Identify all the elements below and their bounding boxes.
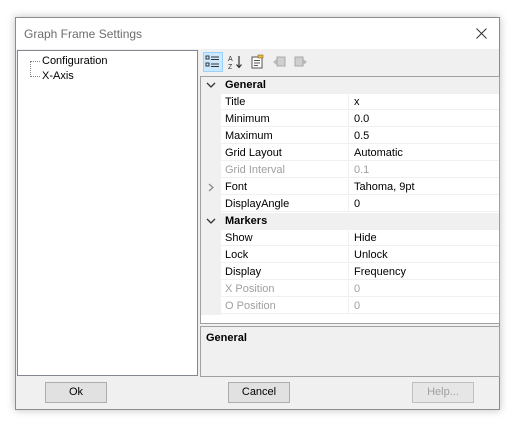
tree-connector (30, 61, 40, 62)
property-row-grid-layout[interactable]: Grid Layout Automatic (201, 145, 499, 162)
collapse-chevron-icon[interactable] (205, 80, 217, 91)
property-name: Maximum (221, 128, 349, 144)
description-pane: General (200, 326, 500, 377)
event-left-icon (273, 56, 286, 67)
expand-chevron-icon[interactable] (206, 182, 216, 193)
property-row-maximum[interactable]: Maximum 0.5 (201, 128, 499, 145)
categorized-button[interactable] (203, 52, 223, 72)
category-label: General (225, 79, 266, 91)
property-value[interactable]: 0.5 (349, 128, 499, 144)
row-gutter (201, 111, 221, 128)
categorized-icon (205, 55, 219, 67)
event-left-button[interactable] (269, 52, 289, 72)
property-name: Show (221, 230, 349, 246)
property-grid[interactable]: General Title x Minimum 0.0 Maximum 0.5 … (200, 76, 500, 324)
row-gutter (201, 162, 221, 179)
tree-item-configuration[interactable]: Configuration (30, 54, 107, 68)
property-name: Lock (221, 247, 349, 263)
property-row-display-angle[interactable]: DisplayAngle 0 (201, 196, 499, 213)
category-markers[interactable]: Markers (201, 213, 499, 230)
property-row-grid-interval[interactable]: Grid Interval 0.1 (201, 162, 499, 179)
property-grid-toolbar: A Z (201, 52, 499, 74)
cancel-button[interactable]: Cancel (228, 382, 290, 403)
sort-alphabetical-button[interactable]: A Z (225, 52, 245, 72)
title-bar[interactable]: Graph Frame Settings (16, 18, 499, 49)
row-gutter (201, 281, 221, 298)
window-title: Graph Frame Settings (24, 27, 143, 41)
sort-alphabetical-icon: A Z (228, 56, 242, 70)
dialog-window: Graph Frame Settings Configuration X-Axi… (15, 17, 500, 410)
row-gutter (201, 145, 221, 162)
property-value[interactable]: Unlock (349, 247, 499, 263)
settings-tree[interactable]: Configuration X-Axis (17, 50, 198, 376)
row-gutter (201, 94, 221, 111)
property-pages-icon (251, 54, 264, 69)
property-value[interactable]: Frequency (349, 264, 499, 280)
category-label: Markers (225, 215, 268, 227)
property-row-title[interactable]: Title x (201, 94, 499, 111)
property-name: X Position (221, 281, 349, 297)
ok-button[interactable]: Ok (45, 382, 107, 403)
property-name: Grid Layout (221, 145, 349, 161)
row-gutter (201, 264, 221, 281)
property-value[interactable]: x (349, 94, 499, 110)
property-row-minimum[interactable]: Minimum 0.0 (201, 111, 499, 128)
row-gutter (201, 230, 221, 247)
svg-text:A: A (228, 56, 233, 63)
close-icon (475, 28, 487, 39)
category-general[interactable]: General (201, 77, 499, 94)
row-gutter (201, 196, 221, 213)
svg-text:Z: Z (228, 64, 233, 70)
close-button[interactable] (463, 18, 499, 49)
property-name: O Position (221, 298, 349, 314)
tree-item-x-axis[interactable]: X-Axis (30, 69, 74, 83)
property-name: DisplayAngle (221, 196, 349, 212)
property-name: Title (221, 94, 349, 110)
property-value[interactable]: Hide (349, 230, 499, 246)
property-name: Grid Interval (221, 162, 349, 178)
property-row-display[interactable]: Display Frequency (201, 264, 499, 281)
property-name: Minimum (221, 111, 349, 127)
event-right-button[interactable] (291, 52, 311, 72)
event-right-icon (294, 56, 307, 67)
property-row-show[interactable]: Show Hide (201, 230, 499, 247)
collapse-chevron-icon[interactable] (205, 216, 217, 227)
property-row-lock[interactable]: Lock Unlock (201, 247, 499, 264)
tree-item-label: X-Axis (42, 70, 74, 82)
property-row-font[interactable]: Font Tahoma, 9pt (201, 179, 499, 196)
property-value: 0 (349, 281, 499, 297)
row-gutter (201, 128, 221, 145)
row-gutter (201, 179, 221, 196)
tree-connector (30, 76, 40, 77)
property-value[interactable]: 0.0 (349, 111, 499, 127)
property-value[interactable]: Automatic (349, 145, 499, 161)
property-value: 0 (349, 298, 499, 314)
help-button[interactable]: Help... (412, 382, 474, 403)
property-row-o-position[interactable]: O Position 0 (201, 298, 499, 315)
tree-item-label: Configuration (42, 55, 108, 67)
property-name: Display (221, 264, 349, 280)
row-gutter (201, 298, 221, 315)
property-name: Font (221, 179, 349, 195)
row-gutter (201, 247, 221, 264)
property-value: 0.1 (349, 162, 499, 178)
property-value[interactable]: 0 (349, 196, 499, 212)
description-title: General (206, 332, 247, 344)
property-value[interactable]: Tahoma, 9pt (349, 179, 499, 195)
property-row-x-position[interactable]: X Position 0 (201, 281, 499, 298)
property-pages-button[interactable] (247, 52, 267, 72)
